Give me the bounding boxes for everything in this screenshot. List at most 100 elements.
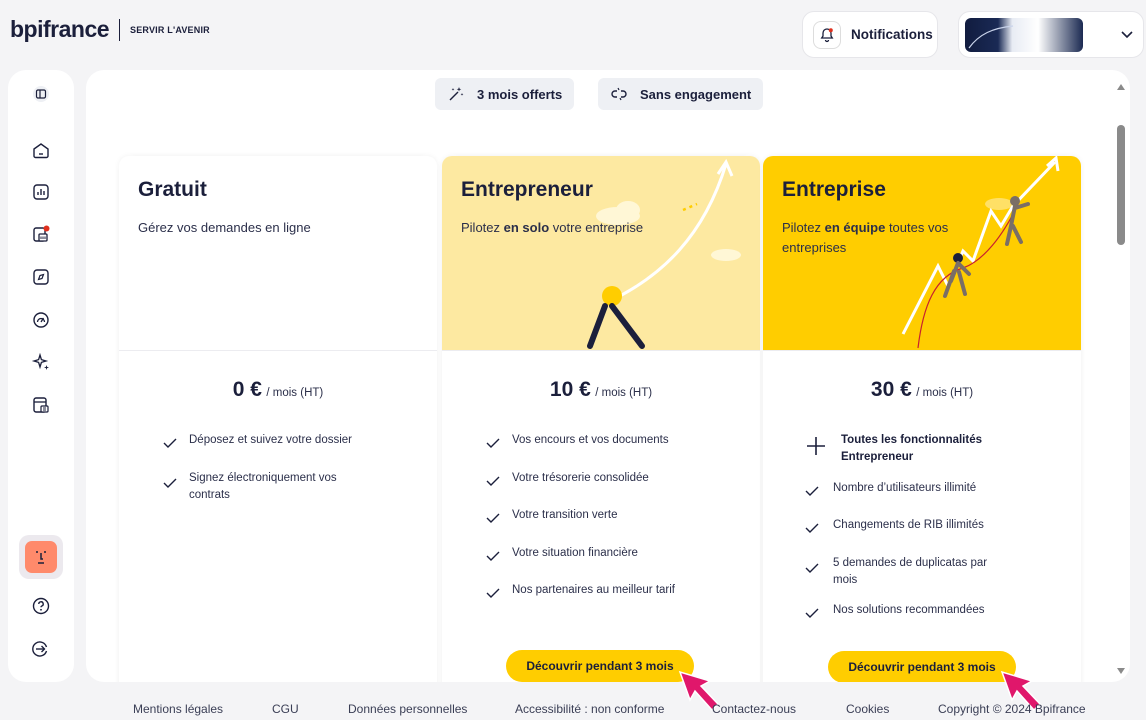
gauge-icon [33,312,49,328]
feature-highlight: Toutes les fonctionnalités Entrepreneur [807,432,1047,466]
check-icon [486,476,500,486]
feature-item: Votre transition verte [486,507,726,524]
brand-name: bpifrance [10,16,110,42]
check-icon [486,588,500,598]
price-unit: / mois (HT) [266,387,324,399]
sidebar-item-explore[interactable] [29,265,53,289]
check-icon [805,486,819,496]
check-icon [163,478,177,488]
check-icon [163,438,177,448]
footer-link-accessibility[interactable]: Accessibilité : non conforme [515,702,664,716]
footer-link-privacy[interactable]: Données personnelles [348,702,467,716]
brand-tagline: SERVIR L'AVENIR [130,24,210,35]
home-icon [33,143,49,159]
footer-link-cgu[interactable]: CGU [272,702,299,716]
sidebar-item-ai[interactable] [29,350,53,374]
sidebar-item-bank[interactable] [29,222,53,246]
check-icon [486,438,500,448]
account-switcher[interactable] [958,11,1144,58]
check-icon [486,513,500,523]
help-button[interactable] [29,594,53,618]
plan-description: Pilotez en solo votre entreprise [461,220,644,235]
sidebar-item-dashboard[interactable] [29,308,53,332]
plan-header: Entreprise Pilotez en équipe toutes vos … [763,156,1081,350]
logo-divider [119,18,121,41]
price-value: 10 € [549,378,591,401]
plan-description: Pilotez en équipe toutes vos entreprises [782,220,949,255]
price-unit: / mois (HT) [916,387,974,399]
plan-description: Gérez vos demandes en ligne [138,220,311,235]
check-icon [486,551,500,561]
footer-copyright: Copyright © 2024 Bpifrance [938,702,1086,716]
chip-no-commitment: Sans engagement [598,78,764,110]
sidebar-toggle-button[interactable] [29,82,53,106]
check-icon [805,523,819,533]
chip-label: Sans engagement [640,86,752,102]
bell-icon [813,20,841,49]
unlink-icon [611,87,627,101]
company-logo-thumbnail [965,17,1083,52]
chip-label: 3 mois offerts [477,86,563,102]
plan-card-entrepreneur: Entrepreneur Pilotez en solo votre entre… [442,156,760,682]
price-value: 0 € [232,378,262,401]
price-value: 30 € [870,378,912,401]
feature-item: Votre situation financière [486,545,726,562]
feature-item: 5 demandes de duplicatas par mois [805,555,1047,589]
layout-toggle-icon [33,86,49,102]
scroll-down-arrow[interactable] [1116,662,1126,680]
plan-title: Gratuit [138,178,207,201]
plan-price: 30 € / mois (HT) [763,378,1081,402]
sidebar-item-simulator[interactable] [29,393,53,417]
compass-icon [33,269,49,285]
discover-enterprise-button[interactable]: Découvrir pendant 3 mois [828,651,1016,682]
plan-title: Entrepreneur [461,178,593,201]
notifications-label: Notifications [851,27,933,42]
feature-item: Votre trésorerie consolidée [486,470,726,487]
bpifrance-logo[interactable]: bpifrance SERVIR L'AVENIR [10,16,210,43]
chevron-down-icon [1121,26,1133,44]
divider [119,350,437,351]
discover-entrepreneur-button[interactable]: Découvrir pendant 3 mois [506,650,694,682]
bank-notification-icon [33,225,50,242]
sidebar-item-analytics[interactable] [29,180,53,204]
plus-icon [807,437,825,455]
notifications-button[interactable]: Notifications [802,11,938,58]
scrollbar-thumb[interactable] [1117,125,1125,245]
plan-card-free: Gratuit Gérez vos demandes en ligne 0 € … [119,156,437,682]
divider [442,350,760,351]
feature-item: Déposez et suivez votre dossier [163,432,383,449]
feature-item: Nombre d’utilisateurs illimité [805,480,1047,497]
pricing-panel: 3 mois offerts Sans engagement Gratuit G… [86,70,1130,682]
sidebar-item-home[interactable] [29,138,53,162]
feature-item: Changements de RIB illimités [805,517,1047,534]
plan-header: Gratuit Gérez vos demandes en ligne [119,156,437,350]
plan-price: 0 € / mois (HT) [119,378,437,402]
chart-icon [33,184,49,200]
check-icon [805,608,819,618]
footer-link-cookies[interactable]: Cookies [846,702,889,716]
check-icon [805,563,819,573]
help-icon [32,597,50,615]
magic-wand-icon [449,87,464,101]
divider [763,350,1081,351]
scroll-up-arrow[interactable] [1116,78,1126,96]
plan-card-enterprise: Entreprise Pilotez en équipe toutes vos … [763,156,1081,682]
user-avatar[interactable] [19,535,63,579]
chip-free-months: 3 mois offerts [435,78,575,110]
feature-item: Vos encours et vos documents [486,432,726,449]
plan-title: Entreprise [782,178,886,201]
footer-link-contact[interactable]: Contactez-nous [712,702,796,716]
feature-item: Nos partenaires au meilleur tarif [486,582,726,599]
plan-header: Entrepreneur Pilotez en solo votre entre… [442,156,760,350]
plan-price: 10 € / mois (HT) [442,378,760,402]
sidebar [8,70,74,682]
logout-button[interactable] [29,637,53,661]
logout-icon [32,641,48,657]
feature-item: Signez électroniquement vos contrats [163,470,383,504]
avatar-face-icon [25,541,57,573]
feature-item: Nos solutions recommandées [805,602,1047,619]
calculator-icon [33,397,49,413]
footer-link-legal[interactable]: Mentions légales [133,702,223,716]
sparkle-icon [31,352,49,370]
price-unit: / mois (HT) [595,387,653,399]
